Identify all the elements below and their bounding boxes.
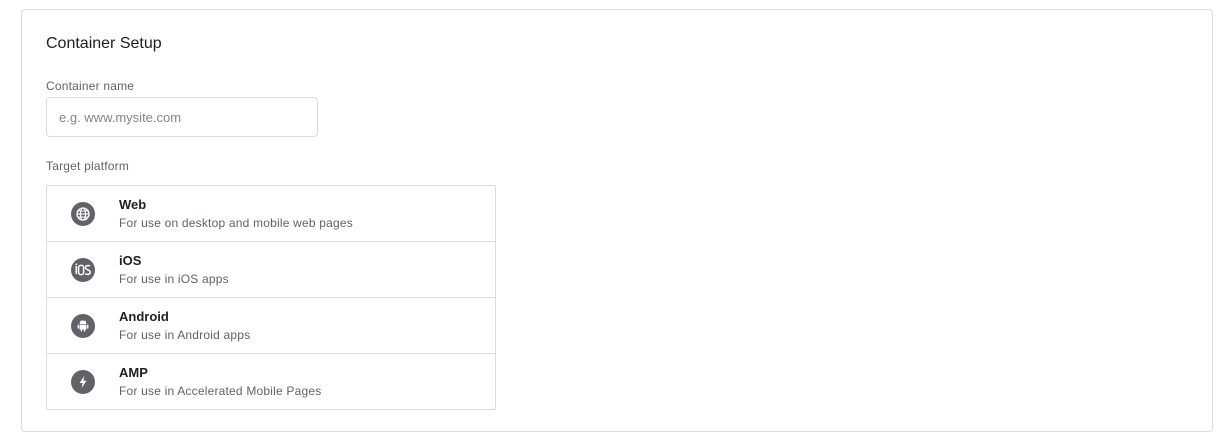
platform-name: AMP <box>119 365 148 380</box>
target-platform-label: Target platform <box>46 159 130 173</box>
globe-icon <box>71 202 95 226</box>
platform-description: For use in Android apps <box>119 328 251 342</box>
platform-name: iOS <box>119 253 142 268</box>
platform-option-web[interactable]: Web For use on desktop and mobile web pa… <box>47 186 495 241</box>
platform-option-android[interactable]: Android For use in Android apps <box>47 297 495 353</box>
container-name-input[interactable] <box>46 97 318 137</box>
container-setup-card: Container Setup Container name Target pl… <box>21 9 1213 432</box>
platform-description: For use on desktop and mobile web pages <box>119 216 353 230</box>
container-name-label: Container name <box>46 79 135 93</box>
card-title: Container Setup <box>46 35 162 52</box>
platform-option-amp[interactable]: AMP For use in Accelerated Mobile Pages <box>47 353 495 409</box>
platform-option-ios[interactable]: iOS For use in iOS apps <box>47 241 495 297</box>
target-platform-list: Web For use on desktop and mobile web pa… <box>46 185 496 410</box>
platform-description: For use in Accelerated Mobile Pages <box>119 384 322 398</box>
ios-icon <box>71 258 95 282</box>
android-icon <box>71 314 95 338</box>
amp-bolt-icon <box>71 370 95 394</box>
platform-description: For use in iOS apps <box>119 272 229 286</box>
platform-name: Android <box>119 309 169 324</box>
platform-name: Web <box>119 197 147 212</box>
